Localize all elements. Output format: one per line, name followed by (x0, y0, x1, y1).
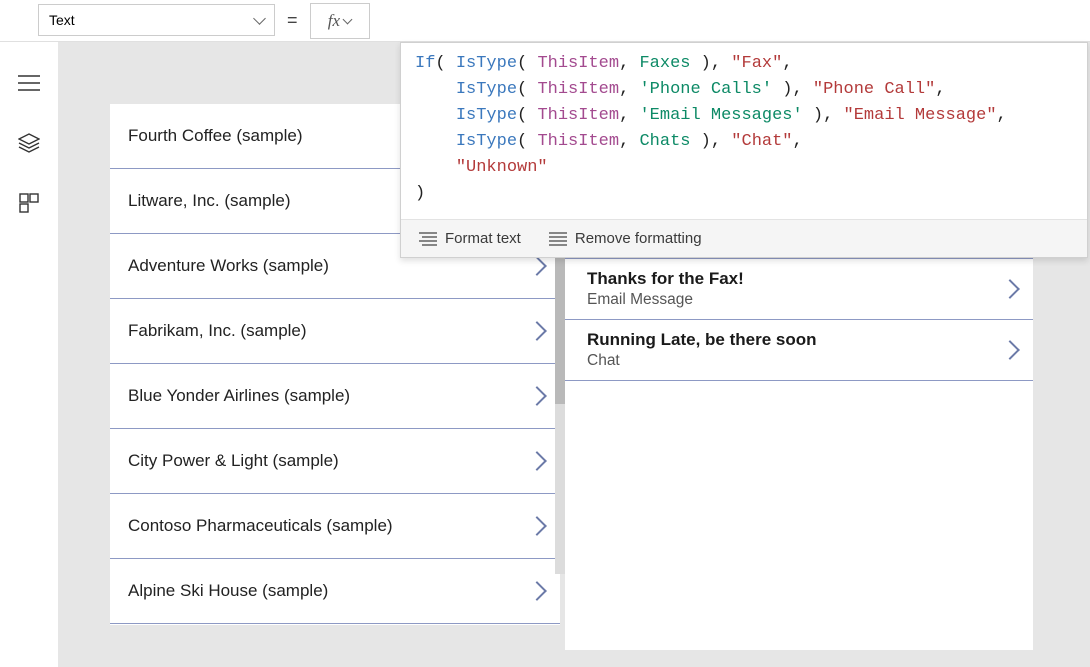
canvas: Fourth Coffee (sample) Litware, Inc. (sam… (58, 42, 1090, 667)
remove-formatting-label: Remove formatting (575, 230, 702, 247)
chevron-right-icon[interactable] (527, 581, 547, 601)
chevron-right-icon[interactable] (527, 256, 547, 276)
account-row[interactable]: Contoso Pharmaceuticals (sample) (110, 494, 560, 559)
account-name: Litware, Inc. (sample) (128, 191, 291, 211)
chevron-right-icon[interactable] (527, 321, 547, 341)
fx-label: fx (328, 11, 352, 31)
left-rail (0, 42, 58, 667)
activity-subject: Thanks for the Fax! (587, 269, 744, 289)
account-row[interactable]: Fabrikam, Inc. (sample) (110, 299, 560, 364)
layers-icon[interactable] (18, 132, 40, 154)
format-text-icon (419, 232, 437, 246)
property-dropdown[interactable]: Text (38, 4, 275, 36)
account-row[interactable]: Alpine Ski House (sample) (110, 559, 560, 624)
remove-formatting-icon (549, 232, 567, 246)
account-name: Fourth Coffee (sample) (128, 126, 302, 146)
activity-type: Email Message (587, 291, 744, 309)
account-name: Adventure Works (sample) (128, 256, 329, 276)
fx-button[interactable]: fx (310, 3, 370, 39)
components-icon[interactable] (18, 192, 40, 214)
account-row[interactable]: City Power & Light (sample) (110, 429, 560, 494)
format-text-button[interactable]: Format text (419, 230, 521, 247)
chevron-right-icon[interactable] (527, 516, 547, 536)
account-name: Blue Yonder Airlines (sample) (128, 386, 350, 406)
equals-label: = (275, 0, 310, 31)
account-name: City Power & Light (sample) (128, 451, 339, 471)
chevron-right-icon[interactable] (527, 386, 547, 406)
account-name: Contoso Pharmaceuticals (sample) (128, 516, 393, 536)
remove-formatting-button[interactable]: Remove formatting (549, 230, 702, 247)
hamburger-icon[interactable] (18, 72, 40, 94)
activity-row[interactable]: Running Late, be there soon Chat (565, 320, 1033, 381)
property-dropdown-value: Text (49, 12, 75, 28)
formula-toolbar: Format text Remove formatting (401, 219, 1087, 257)
chevron-down-icon (253, 12, 266, 25)
chevron-right-icon[interactable] (1000, 340, 1020, 360)
formula-bar-panel: If( IsType( ThisItem, Faxes ), "Fax", Is… (400, 42, 1088, 258)
account-row[interactable]: Blue Yonder Airlines (sample) (110, 364, 560, 429)
account-name: Alpine Ski House (sample) (128, 581, 328, 601)
account-name: Fabrikam, Inc. (sample) (128, 321, 307, 341)
chevron-right-icon[interactable] (527, 451, 547, 471)
activity-row[interactable]: Thanks for the Fax! Email Message (565, 259, 1033, 320)
activity-subject: Running Late, be there soon (587, 330, 817, 350)
activity-type: Chat (587, 352, 817, 370)
format-text-label: Format text (445, 230, 521, 247)
chevron-right-icon[interactable] (1000, 279, 1020, 299)
formula-editor[interactable]: If( IsType( ThisItem, Faxes ), "Fax", Is… (401, 43, 1087, 219)
